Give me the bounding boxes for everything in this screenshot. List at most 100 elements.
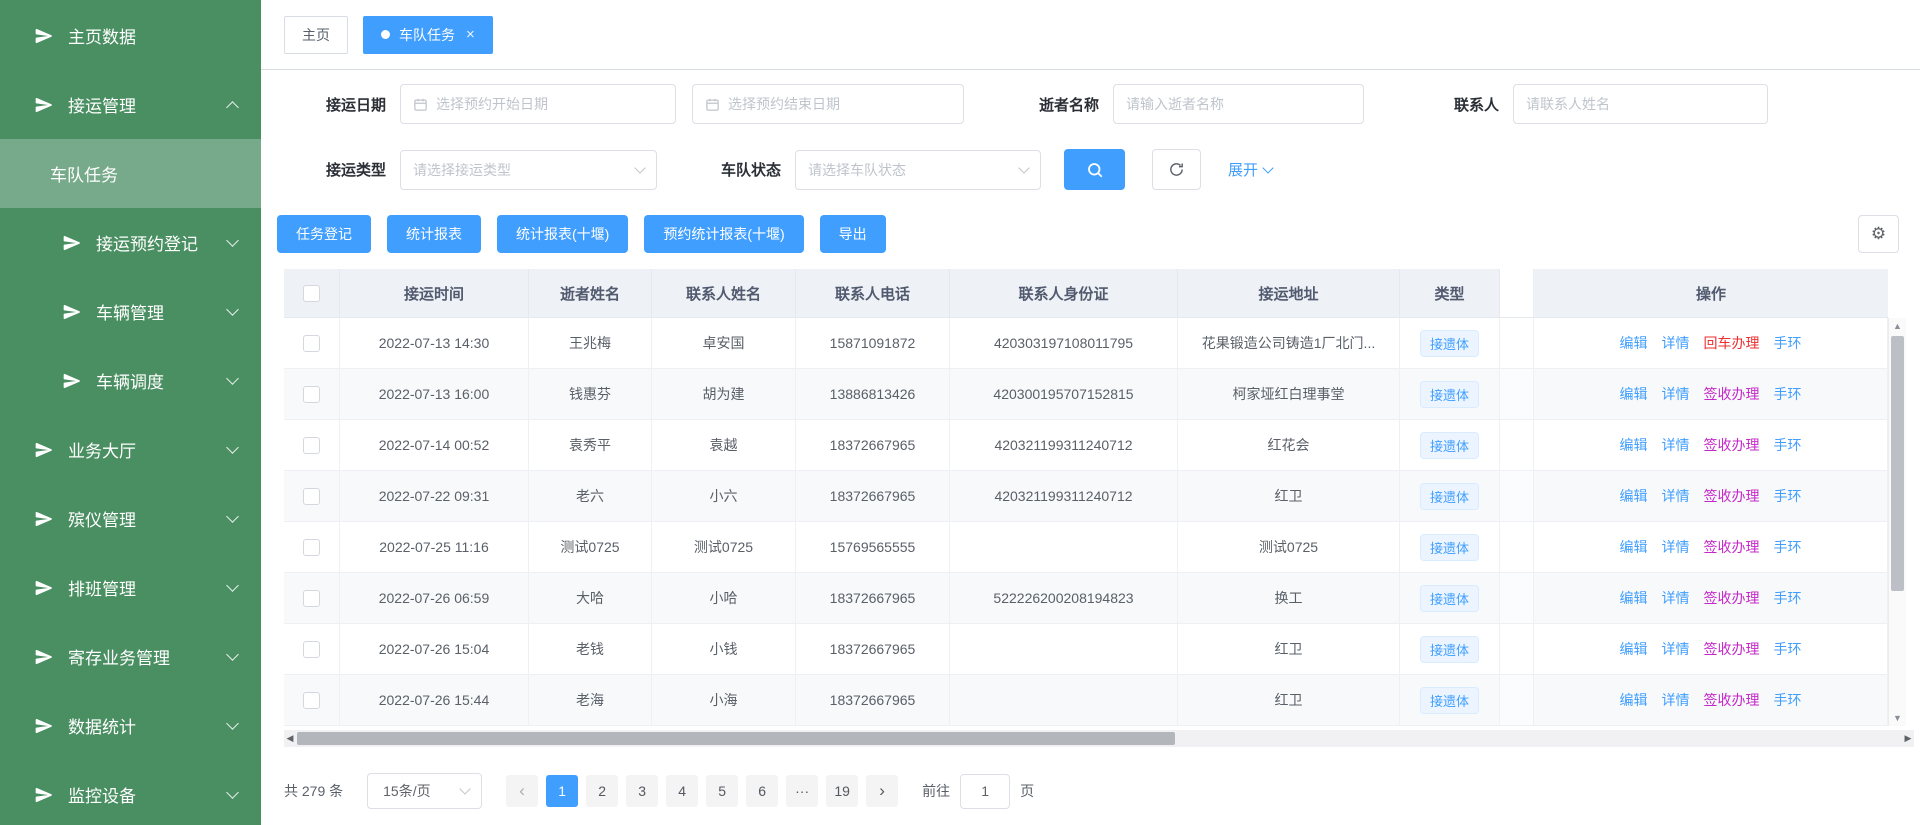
refresh-button[interactable] <box>1152 149 1201 190</box>
action-link-手环[interactable]: 手环 <box>1774 690 1802 710</box>
sidebar-item-7[interactable]: 殡仪管理 <box>0 484 261 553</box>
row-checkbox[interactable] <box>303 335 320 352</box>
row-checkbox[interactable] <box>303 437 320 454</box>
horizontal-scrollbar[interactable]: ◀ ▶ <box>284 730 1914 747</box>
sidebar-item-11[interactable]: 监控设备 <box>0 760 261 825</box>
horizontal-scrollbar-thumb[interactable] <box>297 732 1175 745</box>
deceased-name-field[interactable] <box>1126 96 1351 112</box>
toolbar-button-4[interactable]: 导出 <box>820 215 886 253</box>
action-link-详情[interactable]: 详情 <box>1662 333 1690 353</box>
sidebar-item-label: 车辆管理 <box>96 299 164 324</box>
deceased-name-input[interactable] <box>1113 84 1364 124</box>
tab-1[interactable]: 车队任务× <box>363 16 493 54</box>
toolbar-button-1[interactable]: 统计报表 <box>387 215 481 253</box>
page-button-3[interactable]: 3 <box>626 775 658 807</box>
action-link-签收办理[interactable]: 签收办理 <box>1704 384 1760 404</box>
action-link-签收办理[interactable]: 签收办理 <box>1704 486 1760 506</box>
row-checkbox[interactable] <box>303 641 320 658</box>
expand-link[interactable]: 展开 <box>1228 159 1272 180</box>
action-link-详情[interactable]: 详情 <box>1662 537 1690 557</box>
row-checkbox[interactable] <box>303 386 320 403</box>
action-link-编辑[interactable]: 编辑 <box>1620 333 1648 353</box>
action-link-手环[interactable]: 手环 <box>1774 639 1802 659</box>
action-link-回车办理[interactable]: 回车办理 <box>1704 333 1760 353</box>
sidebar-item-8[interactable]: 排班管理 <box>0 553 261 622</box>
action-link-签收办理[interactable]: 签收办理 <box>1704 690 1760 710</box>
action-link-详情[interactable]: 详情 <box>1662 486 1690 506</box>
action-link-详情[interactable]: 详情 <box>1662 639 1690 659</box>
action-link-签收办理[interactable]: 签收办理 <box>1704 588 1760 608</box>
transport-type-placeholder: 请选择接运类型 <box>413 160 511 180</box>
prev-page-button[interactable]: ‹ <box>506 775 538 807</box>
action-link-手环[interactable]: 手环 <box>1774 435 1802 455</box>
page-button-5[interactable]: 5 <box>706 775 738 807</box>
row-checkbox[interactable] <box>303 590 320 607</box>
select-all-checkbox[interactable] <box>303 285 320 302</box>
action-link-编辑[interactable]: 编辑 <box>1620 690 1648 710</box>
vertical-scrollbar[interactable]: ▲ ▼ <box>1888 318 1906 726</box>
action-link-手环[interactable]: 手环 <box>1774 486 1802 506</box>
sidebar-item-4[interactable]: 车辆管理 <box>0 277 261 346</box>
tab-0[interactable]: 主页 <box>284 16 348 54</box>
row-checkbox-cell <box>284 522 340 573</box>
row-checkbox[interactable] <box>303 488 320 505</box>
action-link-手环[interactable]: 手环 <box>1774 537 1802 557</box>
toolbar-button-3[interactable]: 预约统计报表(十堰) <box>644 215 803 253</box>
sidebar-item-6[interactable]: 业务大厅 <box>0 415 261 484</box>
action-link-手环[interactable]: 手环 <box>1774 333 1802 353</box>
fleet-status-select[interactable]: 请选择车队状态 <box>795 150 1041 190</box>
scroll-down-arrow-icon[interactable]: ▼ <box>1889 710 1906 726</box>
page-size-select[interactable]: 15条/页 <box>367 773 482 809</box>
date-end-input[interactable] <box>692 84 964 124</box>
search-icon <box>1086 161 1104 179</box>
scroll-right-arrow-icon[interactable]: ▶ <box>1902 730 1914 747</box>
sidebar-item-1[interactable]: 接运管理 <box>0 70 261 139</box>
sidebar-item-5[interactable]: 车辆调度 <box>0 346 261 415</box>
action-link-编辑[interactable]: 编辑 <box>1620 486 1648 506</box>
next-page-button[interactable]: › <box>866 775 898 807</box>
page-button-6[interactable]: 6 <box>746 775 778 807</box>
contact-input[interactable] <box>1513 84 1768 124</box>
action-link-签收办理[interactable]: 签收办理 <box>1704 537 1760 557</box>
action-link-编辑[interactable]: 编辑 <box>1620 537 1648 557</box>
close-icon[interactable]: × <box>466 27 475 42</box>
action-link-编辑[interactable]: 编辑 <box>1620 588 1648 608</box>
scroll-left-arrow-icon[interactable]: ◀ <box>284 730 296 747</box>
sidebar-item-10[interactable]: 数据统计 <box>0 691 261 760</box>
sidebar-item-9[interactable]: 寄存业务管理 <box>0 622 261 691</box>
date-start-input[interactable] <box>400 84 676 124</box>
action-link-编辑[interactable]: 编辑 <box>1620 435 1648 455</box>
date-start-field[interactable] <box>436 96 663 112</box>
vertical-scrollbar-thumb[interactable] <box>1891 336 1904 591</box>
contact-field[interactable] <box>1526 96 1755 112</box>
page-button-4[interactable]: 4 <box>666 775 698 807</box>
goto-page-input[interactable] <box>960 774 1010 809</box>
action-link-编辑[interactable]: 编辑 <box>1620 384 1648 404</box>
sidebar-item-3[interactable]: 接运预约登记 <box>0 208 261 277</box>
action-link-详情[interactable]: 详情 <box>1662 588 1690 608</box>
page-button-19[interactable]: 19 <box>826 775 858 807</box>
action-link-手环[interactable]: 手环 <box>1774 384 1802 404</box>
action-link-编辑[interactable]: 编辑 <box>1620 639 1648 659</box>
action-link-详情[interactable]: 详情 <box>1662 384 1690 404</box>
date-end-field[interactable] <box>728 96 951 112</box>
row-checkbox[interactable] <box>303 539 320 556</box>
cell-type: 接遗体 <box>1400 573 1500 624</box>
sidebar-item-2[interactable]: 车队任务 <box>0 139 261 208</box>
page-button-2[interactable]: 2 <box>586 775 618 807</box>
column-settings-button[interactable]: ⚙ <box>1858 215 1899 253</box>
search-button[interactable] <box>1064 149 1125 190</box>
action-link-签收办理[interactable]: 签收办理 <box>1704 435 1760 455</box>
row-checkbox[interactable] <box>303 692 320 709</box>
action-link-详情[interactable]: 详情 <box>1662 435 1690 455</box>
toolbar-button-2[interactable]: 统计报表(十堰) <box>497 215 628 253</box>
sidebar-item-0[interactable]: 主页数据 <box>0 1 261 70</box>
transport-type-select[interactable]: 请选择接运类型 <box>400 150 657 190</box>
page-button-1[interactable]: 1 <box>546 775 578 807</box>
scroll-up-arrow-icon[interactable]: ▲ <box>1889 318 1906 334</box>
pages-ellipsis[interactable]: ··· <box>786 775 818 807</box>
action-link-详情[interactable]: 详情 <box>1662 690 1690 710</box>
action-link-手环[interactable]: 手环 <box>1774 588 1802 608</box>
toolbar-button-0[interactable]: 任务登记 <box>277 215 371 253</box>
action-link-签收办理[interactable]: 签收办理 <box>1704 639 1760 659</box>
